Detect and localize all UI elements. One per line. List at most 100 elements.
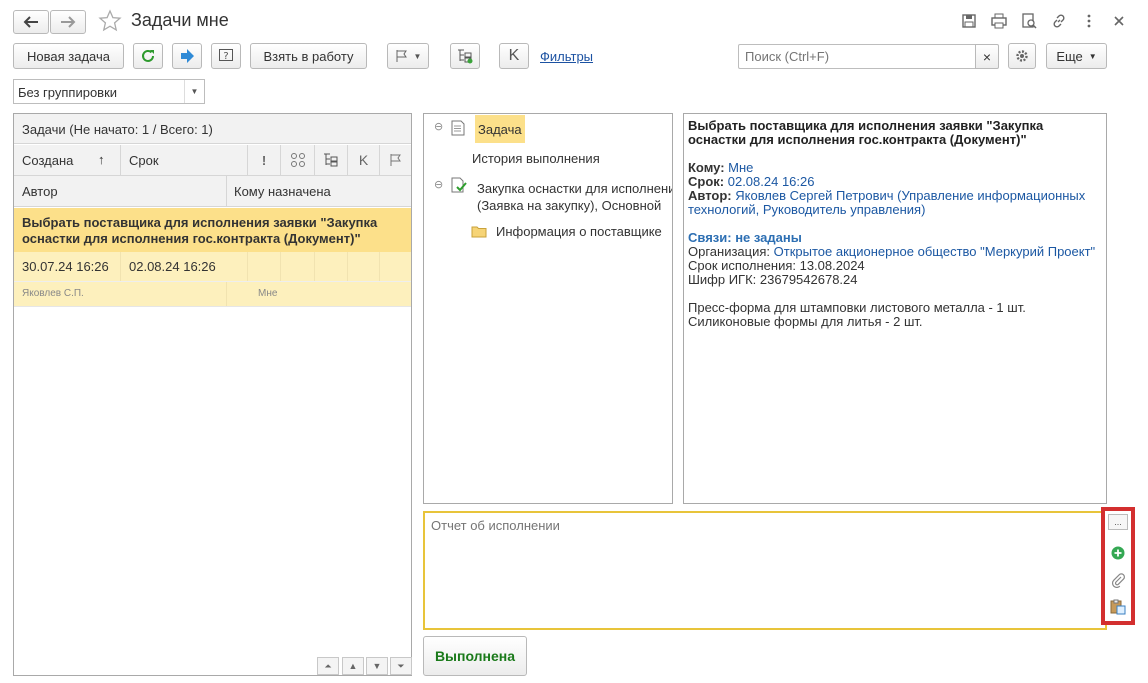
- take-to-work-button[interactable]: Взять в работу: [250, 43, 367, 69]
- link-icon[interactable]: [1050, 12, 1068, 30]
- collapse-icon[interactable]: ⊖: [434, 178, 443, 191]
- search-clear-button[interactable]: ×: [975, 44, 999, 69]
- paperclip-icon[interactable]: [1111, 572, 1125, 591]
- scroll-bottom-icon[interactable]: ⏷: [390, 657, 412, 675]
- details-exec-term: Срок исполнения: 13.08.2024: [688, 258, 865, 273]
- col-importance-icon[interactable]: !: [248, 145, 280, 175]
- more-vert-icon[interactable]: [1080, 12, 1098, 30]
- task-list-summary: Задачи (Не начато: 1 / Всего: 1): [22, 122, 213, 137]
- details-org-value[interactable]: Открытое акционерное общество "Меркурий …: [774, 244, 1096, 259]
- table-row[interactable]: Выбрать поставщика для исполнения заявки…: [14, 208, 411, 307]
- tree-item-task-label: Задача: [478, 121, 522, 137]
- details-title: Выбрать поставщика для исполнения заявки…: [688, 118, 1044, 147]
- column-header-row: Создана ↑ Срок ! K: [14, 145, 411, 176]
- details-to-value[interactable]: Мне: [728, 160, 753, 175]
- task-dates-cell: 30.07.24 16:26 02.08.24 16:26: [14, 252, 411, 282]
- forward-task-button[interactable]: [172, 43, 202, 69]
- sort-up-icon: ↑: [98, 152, 105, 167]
- task-title-cell: Выбрать поставщика для исполнения заявки…: [14, 208, 411, 252]
- page-title: Задачи мне: [131, 10, 229, 30]
- col-deadline[interactable]: Срок: [121, 145, 247, 175]
- filters-link[interactable]: Фильтры: [540, 49, 593, 64]
- chevron-down-icon[interactable]: ▼: [184, 80, 204, 103]
- k-button[interactable]: K: [499, 43, 529, 69]
- col-assignee[interactable]: Кому назначена: [234, 184, 331, 199]
- details-line-2: Силиконовые формы для литья - 2 шт.: [688, 314, 923, 329]
- scroll-up-icon[interactable]: ▲: [342, 657, 364, 675]
- tree-item-document[interactable]: Закупка оснастки для исполнения (Заявка …: [477, 180, 673, 214]
- details-to-label: Кому:: [688, 160, 725, 175]
- chevron-down-icon: ▼: [1088, 51, 1097, 61]
- complete-button[interactable]: Выполнена: [423, 636, 527, 676]
- task-created: 30.07.24 16:26: [22, 259, 109, 274]
- arrow-left-icon: [23, 16, 38, 28]
- details-author-value[interactable]: Яковлев Сергей Петрович (Управление инфо…: [735, 188, 1085, 203]
- gear-icon: [1016, 50, 1028, 62]
- print-icon[interactable]: [990, 12, 1008, 30]
- hierarchy-icon: [458, 49, 473, 64]
- details-deadline-label: Срок:: [688, 174, 725, 189]
- question-icon: ?: [219, 49, 233, 62]
- col-k[interactable]: K: [348, 145, 379, 175]
- tree-item-task[interactable]: Задача: [475, 115, 525, 143]
- favorite-star-icon[interactable]: [98, 9, 122, 33]
- flag-menu-button[interactable]: ▼: [387, 43, 429, 69]
- details-deadline-value[interactable]: 02.08.24 16:26: [728, 174, 815, 189]
- scroll-down-icon[interactable]: ▼: [366, 657, 388, 675]
- refresh-button[interactable]: [133, 43, 163, 69]
- details-deadline-line: Срок: 02.08.24 16:26: [688, 175, 1102, 189]
- preview-icon[interactable]: [1020, 12, 1038, 30]
- report-textarea[interactable]: [423, 511, 1107, 630]
- tree-item-supplier-info[interactable]: Информация о поставщике: [496, 224, 662, 239]
- grouping-select[interactable]: Без группировки ▼: [13, 79, 205, 104]
- task-assignee: Мне: [258, 288, 278, 299]
- scroll-top-icon[interactable]: ⏶: [317, 657, 339, 675]
- new-task-button[interactable]: Новая задача: [13, 43, 124, 69]
- col-created[interactable]: Создана ↑: [14, 145, 120, 175]
- hierarchy-button[interactable]: [450, 43, 480, 69]
- col-flag-icon[interactable]: [380, 145, 411, 175]
- paste-icon[interactable]: [1110, 599, 1126, 618]
- tree-item-history[interactable]: История выполнения: [472, 151, 600, 166]
- settings-button[interactable]: [1008, 43, 1036, 69]
- more-button[interactable]: Еще ▼: [1046, 43, 1107, 69]
- column-header-row-2: Автор Кому назначена: [14, 176, 411, 207]
- back-button[interactable]: [13, 10, 49, 34]
- col-deadline-label: Срок: [129, 153, 159, 168]
- document-icon: [451, 120, 465, 139]
- refresh-icon: [142, 49, 154, 62]
- details-igk: Шифр ИГК: 23679542678.24: [688, 272, 858, 287]
- details-line-1: Пресс-форма для штамповки листового мета…: [688, 300, 1026, 315]
- document-check-icon: [451, 177, 467, 196]
- col-author[interactable]: Автор: [22, 184, 58, 199]
- details-author-line: Автор: Яковлев Сергей Петрович (Управлен…: [688, 189, 1102, 203]
- details-org-line: Организация: Открытое акционерное общест…: [688, 245, 1102, 259]
- tree-item-document-line1: Закупка оснастки для исполнения: [477, 181, 673, 196]
- search-input[interactable]: [738, 44, 976, 69]
- details-links[interactable]: Связи: не заданы: [688, 231, 1102, 245]
- flag-icon: [396, 50, 407, 62]
- details-org-label: Организация:: [688, 244, 771, 259]
- details-author-label: Автор:: [688, 188, 732, 203]
- forward-button[interactable]: [50, 10, 86, 34]
- task-title: Выбрать поставщика для исполнения заявки…: [22, 215, 378, 246]
- col-hierarchy-icon[interactable]: [315, 145, 347, 175]
- help-button[interactable]: ?: [211, 43, 241, 69]
- task-details-panel: Выбрать поставщика для исполнения заявки…: [683, 113, 1107, 504]
- details-author-value-cont[interactable]: технологий, Руководитель управления): [688, 203, 1102, 217]
- task-list-panel: Задачи (Не начато: 1 / Всего: 1) Создана…: [13, 113, 412, 676]
- close-icon[interactable]: [1110, 12, 1128, 30]
- grouping-value: Без группировки: [18, 85, 118, 100]
- task-deadline: 02.08.24 16:26: [129, 259, 216, 274]
- add-icon[interactable]: [1111, 546, 1125, 563]
- folder-icon: [471, 225, 487, 241]
- report-more-button[interactable]: ...: [1108, 514, 1128, 530]
- more-label: Еще: [1056, 48, 1083, 64]
- task-author: Яковлев С.П.: [22, 288, 84, 299]
- task-list-header: Задачи (Не начато: 1 / Всего: 1): [14, 114, 411, 144]
- report-side-toolbar: ...: [1101, 507, 1135, 625]
- col-status-icon[interactable]: [281, 145, 314, 175]
- collapse-icon[interactable]: ⊖: [434, 120, 443, 133]
- tree-item-document-line2: (Заявка на закупку), Основной: [477, 198, 662, 213]
- save-icon[interactable]: [960, 12, 978, 30]
